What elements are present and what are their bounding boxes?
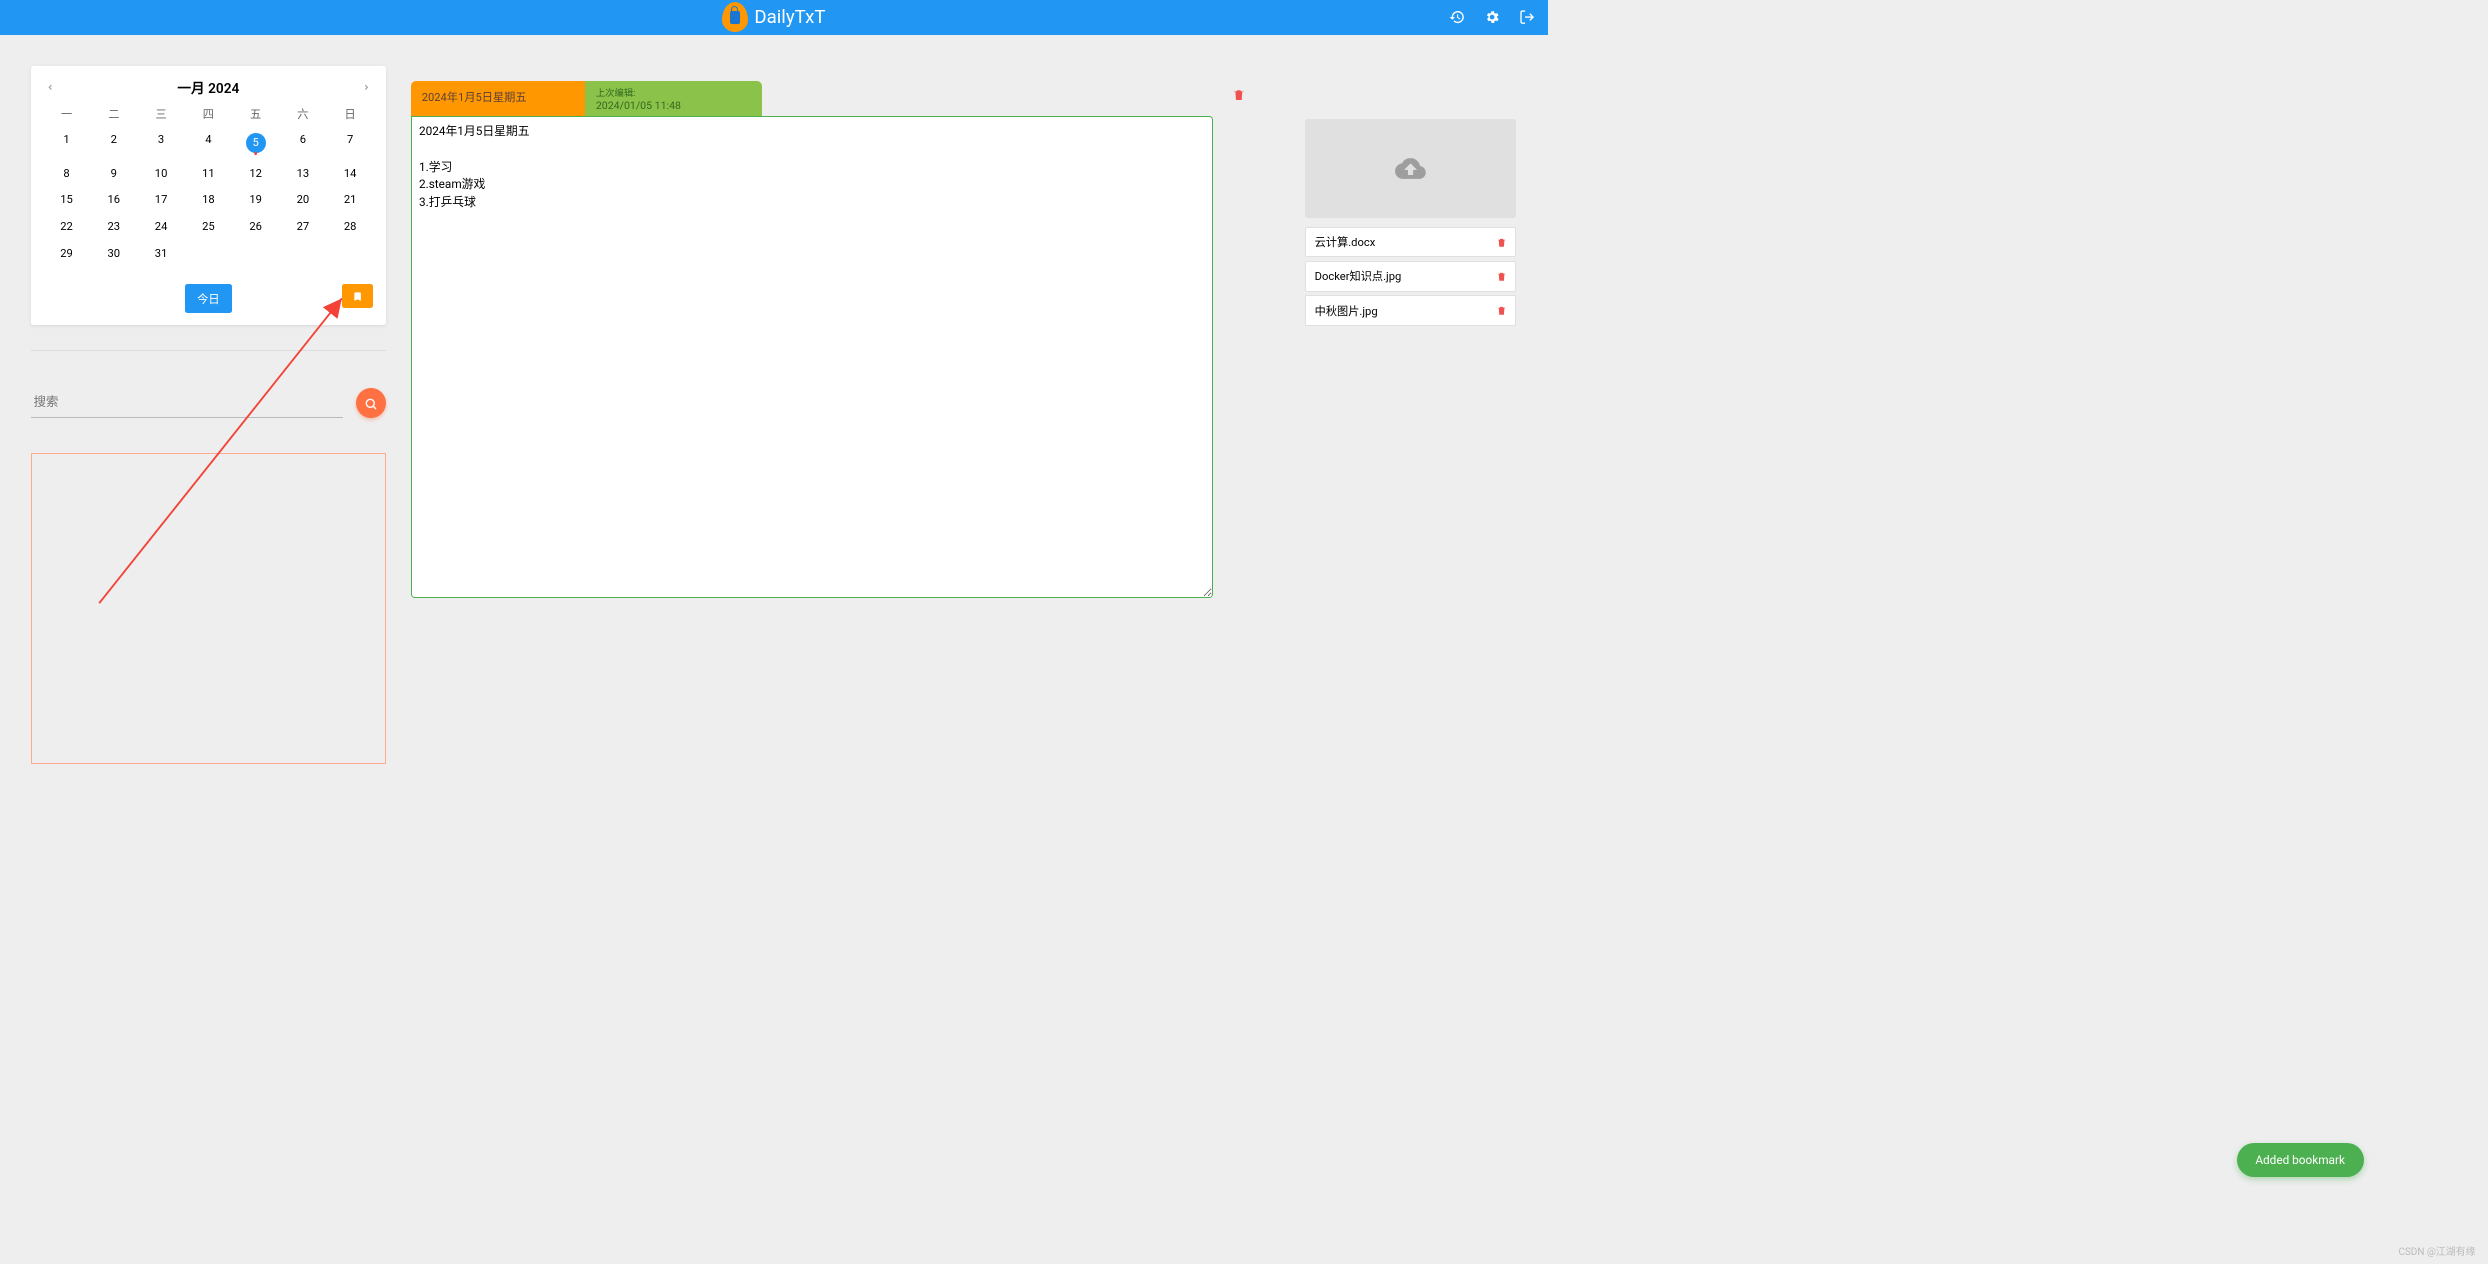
calendar-dow: 五 (233, 101, 279, 127)
calendar-day[interactable]: 4 (185, 127, 231, 159)
calendar-day[interactable]: 27 (280, 214, 326, 239)
file-delete-button[interactable] (1496, 271, 1507, 282)
calendar-month-label: 一月 2024 (177, 77, 239, 97)
cloud-upload-icon (1395, 153, 1426, 184)
calendar-day[interactable]: 29 (44, 240, 90, 265)
calendar-day (327, 240, 373, 265)
delete-entry-button[interactable] (1232, 88, 1246, 102)
search-results-panel (31, 453, 386, 764)
calendar-dow: 二 (91, 101, 137, 127)
calendar-dow: 三 (138, 101, 184, 127)
entry-meta-tab: 上次编辑: 2024/01/05 11:48 (585, 81, 762, 115)
file-name: 云计算.docx (1315, 234, 1376, 250)
entry-editor[interactable] (411, 116, 1213, 598)
calendar-day[interactable]: 13 (280, 160, 326, 185)
calendar-day[interactable]: 23 (91, 214, 137, 239)
calendar-day[interactable]: 10 (138, 160, 184, 185)
search-button[interactable] (356, 388, 386, 418)
bookmark-button[interactable] (342, 284, 373, 308)
upload-zone[interactable] (1305, 119, 1516, 219)
calendar-day[interactable]: 5 (233, 127, 279, 159)
calendar-day[interactable]: 30 (91, 240, 137, 265)
sidebar-divider (31, 350, 386, 351)
entry-header: 2024年1月5日星期五 上次编辑: 2024/01/05 11:48 (411, 81, 762, 115)
calendar-day[interactable]: 6 (280, 127, 326, 159)
last-edit-time: 2024/01/05 11:48 (596, 99, 751, 112)
file-row[interactable]: 中秋图片.jpg (1305, 295, 1516, 325)
entry-date-tab: 2024年1月5日星期五 (411, 81, 585, 115)
calendar-day[interactable]: 12 (233, 160, 279, 185)
calendar-day[interactable]: 11 (185, 160, 231, 185)
last-edit-label: 上次编辑: (596, 85, 751, 99)
calendar-day[interactable]: 18 (185, 187, 231, 212)
app-title-group: DailyTxT (722, 2, 825, 32)
app-logo (722, 2, 748, 32)
calendar-day[interactable]: 9 (91, 160, 137, 185)
calendar-day[interactable]: 25 (185, 214, 231, 239)
calendar-day[interactable]: 19 (233, 187, 279, 212)
calendar-prev-button[interactable] (44, 80, 58, 94)
history-icon[interactable] (1449, 9, 1465, 25)
calendar-day[interactable]: 2 (91, 127, 137, 159)
calendar-day (280, 240, 326, 265)
file-delete-button[interactable] (1496, 305, 1507, 316)
calendar-day (233, 240, 279, 265)
calendar-dow: 一 (44, 101, 90, 127)
calendar-day[interactable]: 26 (233, 214, 279, 239)
calendar-dow: 日 (327, 101, 373, 127)
calendar-day[interactable]: 8 (44, 160, 90, 185)
calendar-day[interactable]: 7 (327, 127, 373, 159)
app-title: DailyTxT (754, 6, 825, 28)
calendar-card: 一月 2024 一二三四五六日 123456789101112131415161… (31, 66, 386, 325)
watermark: CSDN @江湖有缘 (2398, 1243, 2475, 1258)
logout-icon[interactable] (1519, 9, 1535, 25)
calendar-day[interactable]: 3 (138, 127, 184, 159)
file-delete-button[interactable] (1496, 237, 1507, 248)
gear-icon[interactable] (1484, 9, 1500, 25)
calendar-day[interactable]: 21 (327, 187, 373, 212)
calendar-day[interactable]: 15 (44, 187, 90, 212)
calendar-day[interactable]: 22 (44, 214, 90, 239)
calendar-day[interactable]: 16 (91, 187, 137, 212)
calendar-day[interactable]: 1 (44, 127, 90, 159)
calendar-day[interactable]: 31 (138, 240, 184, 265)
file-name: Docker知识点.jpg (1315, 268, 1402, 284)
calendar-day[interactable]: 20 (280, 187, 326, 212)
file-row[interactable]: Docker知识点.jpg (1305, 261, 1516, 291)
calendar-next-button[interactable] (360, 80, 374, 94)
calendar-dow: 四 (185, 101, 231, 127)
calendar-day (185, 240, 231, 265)
calendar-day[interactable]: 17 (138, 187, 184, 212)
calendar-day[interactable]: 24 (138, 214, 184, 239)
search-input[interactable] (31, 389, 343, 417)
header-actions (1449, 9, 1535, 25)
calendar-day[interactable]: 28 (327, 214, 373, 239)
file-name: 中秋图片.jpg (1315, 303, 1378, 319)
app-header: DailyTxT (0, 0, 1548, 35)
calendar-dow: 六 (280, 101, 326, 127)
calendar-day[interactable]: 14 (327, 160, 373, 185)
today-button[interactable]: 今日 (185, 284, 232, 312)
toast-notification: Added bookmark (2237, 1143, 2364, 1177)
file-row[interactable]: 云计算.docx (1305, 227, 1516, 257)
